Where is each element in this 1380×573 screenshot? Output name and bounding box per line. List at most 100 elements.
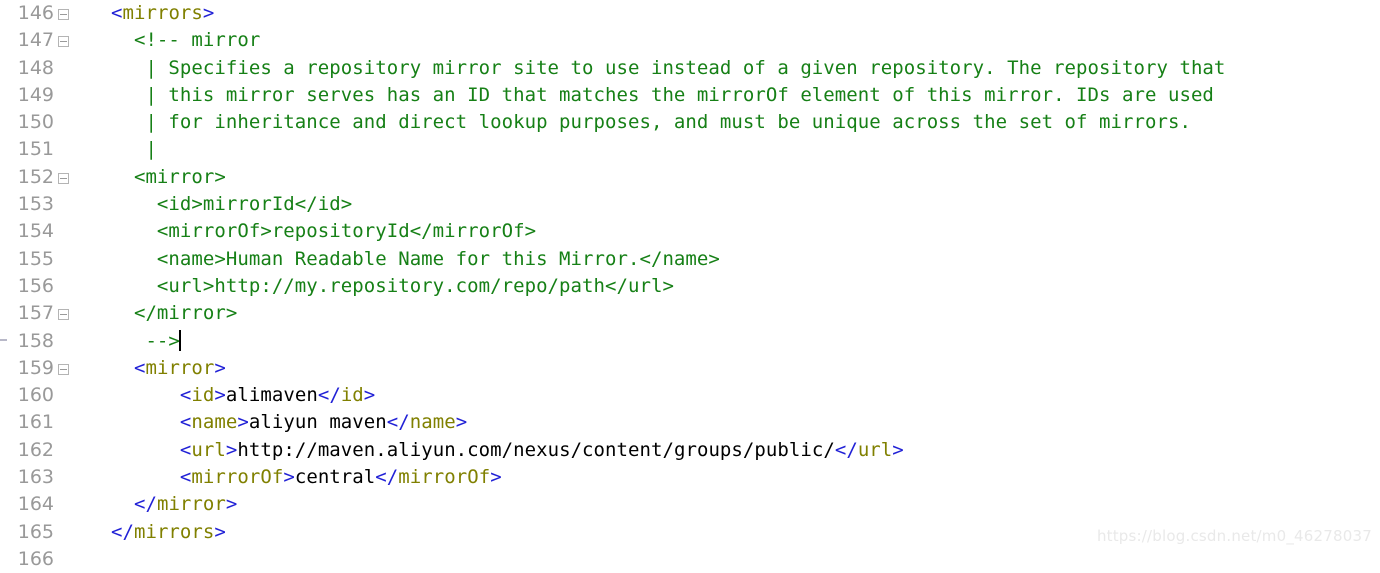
- token-tag: url: [191, 438, 226, 461]
- editor-lines[interactable]: 146 <mirrors> 147 <!-- mirror 148 | Specif…: [0, 0, 1380, 573]
- token-comment: <!-- mirror: [88, 29, 261, 52]
- token-tag: mirror: [156, 493, 226, 516]
- code-line[interactable]: 153 <id>mirrorId</id>: [0, 191, 1380, 218]
- token-bracket: >: [214, 520, 226, 543]
- line-number: 151: [17, 138, 54, 161]
- code-line-content[interactable]: | this mirror serves has an ID that matc…: [88, 82, 1214, 109]
- code-line[interactable]: 148 | Specifies a repository mirror site…: [0, 55, 1380, 82]
- code-line[interactable]: 154 <mirrorOf>repositoryId</mirrorOf>: [0, 218, 1380, 245]
- fold-collapse-icon[interactable]: [58, 309, 69, 321]
- line-number: 155: [17, 247, 54, 270]
- token-text: alimaven: [225, 384, 318, 407]
- code-line[interactable]: 159 <mirror>: [0, 355, 1380, 382]
- token-bracket: <: [179, 384, 192, 407]
- code-line[interactable]: 162 <url>http://maven.aliyun.com/nexus/c…: [0, 437, 1380, 464]
- code-line-content[interactable]: <mirrors>: [88, 0, 214, 27]
- token-bracket: </: [375, 466, 399, 489]
- code-line-content[interactable]: <id>alimaven</id>: [88, 382, 375, 409]
- token-bracket: >: [214, 356, 226, 379]
- code-line[interactable]: 157 </mirror>: [0, 300, 1380, 327]
- fold-collapse-icon[interactable]: [58, 36, 69, 48]
- code-line-content[interactable]: </mirror>: [88, 491, 237, 518]
- code-line-content[interactable]: </mirrors>: [88, 519, 226, 546]
- code-line-content[interactable]: <url>http://maven.aliyun.com/nexus/conte…: [88, 437, 904, 464]
- code-line-content[interactable]: | for inheritance and direct lookup purp…: [88, 109, 1191, 136]
- code-line-content[interactable]: <mirror>: [88, 164, 226, 191]
- code-line-content[interactable]: <id>mirrorId</id>: [88, 191, 352, 218]
- code-line[interactable]: 158 -->: [0, 328, 1380, 355]
- code-line[interactable]: 151 |: [0, 136, 1380, 163]
- token-bracket: >: [225, 438, 238, 461]
- code-line[interactable]: 147 <!-- mirror: [0, 27, 1380, 54]
- token-comment: <mirror>: [88, 165, 226, 188]
- code-line-content[interactable]: <name>Human Readable Name for this Mirro…: [88, 246, 720, 273]
- code-line[interactable]: 150 | for inheritance and direct lookup …: [0, 109, 1380, 136]
- fold-collapse-icon[interactable]: [58, 363, 69, 375]
- line-number: 158: [17, 329, 54, 352]
- code-line-content[interactable]: <mirrorOf>central</mirrorOf>: [88, 464, 502, 491]
- line-number: 152: [17, 165, 54, 188]
- line-number: 159: [17, 356, 54, 379]
- token-bracket: >: [202, 2, 215, 24]
- token-bracket: <: [133, 356, 146, 379]
- code-line[interactable]: 166: [0, 546, 1380, 573]
- code-line[interactable]: 164 </mirror>: [0, 491, 1380, 518]
- fold-collapse-icon[interactable]: [58, 172, 69, 184]
- token-text: http://maven.aliyun.com/nexus/content/gr…: [237, 438, 835, 461]
- line-number: 163: [17, 466, 54, 489]
- code-line-content[interactable]: | Specifies a repository mirror site to …: [88, 55, 1225, 82]
- code-line-content[interactable]: <!-- mirror: [88, 27, 260, 54]
- token-bracket: </: [386, 411, 410, 434]
- token-comment: | Specifies a repository mirror site to …: [88, 56, 1226, 79]
- code-editor[interactable]: 146 <mirrors> 147 <!-- mirror 148 | Specif…: [0, 0, 1380, 570]
- code-line-content[interactable]: <mirror>: [88, 355, 226, 382]
- line-number: 149: [17, 83, 54, 106]
- token-comment: |: [88, 138, 157, 161]
- line-number: 147: [17, 29, 54, 52]
- code-line[interactable]: 156 <url>http://my.repository.com/repo/p…: [0, 273, 1380, 300]
- code-line-content[interactable]: <name>aliyun maven</name>: [88, 409, 467, 436]
- code-line[interactable]: 155 <name>Human Readable Name for this M…: [0, 246, 1380, 273]
- token-bracket: </: [317, 384, 341, 407]
- token-comment: </mirror>: [88, 302, 238, 325]
- fold-collapse-icon[interactable]: [58, 9, 69, 20]
- code-line[interactable]: 160 <id>alimaven</id>: [0, 382, 1380, 409]
- token-comment: <url>http://my.repository.com/repo/path<…: [88, 274, 674, 297]
- code-line-content[interactable]: </mirror>: [88, 300, 237, 327]
- text-caret: [178, 329, 181, 351]
- token-tag: mirrors: [133, 520, 215, 543]
- token-bracket: <: [179, 438, 192, 461]
- token-tag: mirror: [145, 356, 215, 379]
- token-bracket: </: [110, 520, 134, 543]
- token-bracket: >: [283, 466, 295, 489]
- code-line[interactable]: 152 <mirror>: [0, 164, 1380, 191]
- token-comment: | for inheritance and direct lookup purp…: [88, 111, 1191, 134]
- line-number: 164: [17, 493, 54, 516]
- code-line[interactable]: 161 <name>aliyun maven</name>: [0, 409, 1380, 436]
- token-bracket: >: [455, 411, 468, 434]
- line-number: 161: [17, 411, 54, 434]
- line-number: 148: [17, 56, 54, 79]
- code-line-content[interactable]: -->: [88, 328, 181, 355]
- code-line-content[interactable]: <url>http://my.repository.com/repo/path<…: [88, 273, 674, 300]
- code-line-content[interactable]: |: [88, 136, 157, 163]
- code-line[interactable]: 146 <mirrors>: [0, 0, 1380, 27]
- token-tag: id: [191, 384, 215, 407]
- line-number: 165: [17, 520, 54, 543]
- code-line-content[interactable]: <mirrorOf>repositoryId</mirrorOf>: [88, 218, 536, 245]
- code-line[interactable]: 149 | this mirror serves has an ID that …: [0, 82, 1380, 109]
- code-line[interactable]: 163 <mirrorOf>central</mirrorOf>: [0, 464, 1380, 491]
- token-bracket: <: [179, 466, 192, 489]
- line-number: 162: [17, 438, 54, 461]
- token-bracket: </: [834, 438, 858, 461]
- line-number: 150: [17, 111, 54, 134]
- token-comment: -->: [88, 329, 180, 352]
- token-bracket: >: [237, 411, 249, 434]
